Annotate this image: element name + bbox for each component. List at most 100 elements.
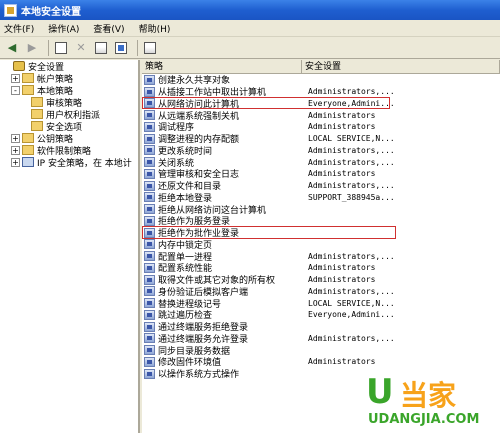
- policy-setting: Administrators: [308, 357, 376, 367]
- folder-icon: [22, 133, 34, 143]
- toolbar-separator: [48, 39, 49, 56]
- policy-icon: [144, 168, 155, 179]
- policy-row[interactable]: 内存中锁定页: [142, 239, 500, 251]
- tree-item[interactable]: - 本地策略: [0, 84, 138, 97]
- policy-row[interactable]: 从网络访问此计算机 Everyone,Admini...: [142, 98, 500, 110]
- column-header-setting[interactable]: 安全设置: [302, 60, 500, 73]
- policy-icon: [144, 333, 155, 344]
- policy-row[interactable]: 跳过遍历检查 Everyone,Admini...: [142, 309, 500, 321]
- policy-row[interactable]: 调整进程的内存配额 LOCAL SERVICE,N...: [142, 133, 500, 145]
- tree-item-label: IP 安全策略，在 本地计: [37, 158, 132, 169]
- menu-file[interactable]: 文件(F): [4, 22, 34, 35]
- policy-setting: Administrators,...: [308, 145, 395, 155]
- tree-item[interactable]: + 软件限制策略: [0, 144, 138, 157]
- policy-icon: [144, 180, 155, 191]
- policy-setting: Administrators: [308, 275, 376, 285]
- policy-row[interactable]: 拒绝作为服务登录: [142, 215, 500, 227]
- folder-icon: [31, 97, 43, 107]
- policy-icon: [144, 98, 155, 109]
- policy-icon: [144, 133, 155, 144]
- policy-icon: [144, 192, 155, 203]
- policy-icon: [144, 239, 155, 250]
- tree-item[interactable]: 安全设置: [0, 60, 138, 73]
- policy-name: 以操作系统方式操作: [158, 370, 240, 381]
- policy-setting: LOCAL SERVICE,N...: [308, 134, 395, 144]
- policy-icon: [144, 309, 155, 320]
- policy-row[interactable]: 关闭系统 Administrators,...: [142, 156, 500, 169]
- policy-setting: Everyone,Admini...: [308, 98, 395, 108]
- policy-row[interactable]: 配置系统性能 Administrators: [142, 262, 500, 274]
- tree-pane: 安全设置 + 帐户策略 - 本地策略 审核策略 用户权利指派 安全选项 + 公钥策略 + 软件限制策略…: [0, 60, 140, 433]
- forward-arrow-icon[interactable]: ▶: [24, 40, 40, 56]
- policy-row[interactable]: 管理审核和安全日志 Administrators: [142, 168, 500, 180]
- policy-row[interactable]: 身份验证后模拟客户端 Administrators,...: [142, 286, 500, 298]
- policy-setting: SUPPORT_388945a...: [308, 192, 395, 202]
- back-arrow-icon[interactable]: ◀: [4, 40, 20, 56]
- policy-setting: Administrators: [308, 122, 376, 132]
- policy-setting: Administrators: [308, 110, 376, 120]
- policy-rows: 创建永久共享对象 从插接工作站中取出计算机 Administrators,... 从网…: [142, 74, 500, 380]
- title-bar[interactable]: 本地安全设置: [0, 0, 500, 20]
- policy-setting: Administrators,...: [308, 87, 395, 97]
- menu-action[interactable]: 操作(A): [48, 22, 79, 35]
- policy-row[interactable]: 修改固件环境值 Administrators: [142, 356, 500, 368]
- help-icon[interactable]: [142, 40, 158, 56]
- policy-row[interactable]: 拒绝本地登录 SUPPORT_388945a...: [142, 192, 500, 204]
- policy-row[interactable]: 拒绝从网络访问这台计算机: [142, 203, 500, 216]
- policy-row[interactable]: 从远端系统强制关机 Administrators: [142, 109, 500, 122]
- tree-item[interactable]: 安全选项: [0, 120, 138, 133]
- policy-icon: [144, 204, 155, 215]
- folder-icon: [31, 109, 43, 119]
- policy-setting: Administrators,...: [308, 181, 395, 191]
- policy-setting: Administrators,...: [308, 333, 395, 343]
- list-header: 策略 安全设置: [142, 60, 500, 74]
- policy-setting: Administrators,...: [308, 251, 395, 261]
- policy-setting: Everyone,Admini...: [308, 310, 395, 320]
- expand-icon[interactable]: +: [11, 73, 20, 83]
- policy-row[interactable]: 调试程序 Administrators: [142, 121, 500, 133]
- policy-icon: [144, 368, 155, 379]
- expand-icon[interactable]: +: [11, 145, 20, 155]
- policy-row[interactable]: 通过终端服务允许登录 Administrators,...: [142, 333, 500, 345]
- policy-setting: LOCAL SERVICE,N...: [308, 298, 395, 308]
- tree-item[interactable]: 审核策略: [0, 96, 138, 109]
- policy-row[interactable]: 替换进程级记号 LOCAL SERVICE,N...: [142, 297, 500, 310]
- policy-row[interactable]: 更改系统时间 Administrators,...: [142, 145, 500, 157]
- up-folder-icon[interactable]: [53, 40, 69, 56]
- toolbar: ◀ ▶ ✕: [0, 37, 500, 59]
- computer-icon: [22, 157, 34, 167]
- column-header-policy[interactable]: 策略: [142, 60, 302, 73]
- policy-row[interactable]: 创建永久共享对象: [142, 74, 500, 86]
- tree-item[interactable]: + 帐户策略: [0, 72, 138, 85]
- policy-row[interactable]: 配置单一进程 Administrators,...: [142, 250, 500, 263]
- policy-icon: [144, 321, 155, 332]
- expand-icon[interactable]: +: [11, 133, 20, 143]
- menu-help[interactable]: 帮助(H): [139, 22, 171, 35]
- policy-row[interactable]: 取得文件或其它对象的所有权 Administrators: [142, 274, 500, 286]
- export-list-icon[interactable]: [113, 40, 129, 56]
- menu-view[interactable]: 查看(V): [93, 22, 124, 35]
- policy-icon: [144, 345, 155, 356]
- policy-row[interactable]: 拒绝作为批作业登录: [142, 227, 500, 239]
- policy-icon: [144, 121, 155, 132]
- watermark-u: U: [366, 372, 394, 412]
- properties-icon[interactable]: [93, 40, 109, 56]
- watermark-cn: 当家: [400, 379, 457, 412]
- expand-icon[interactable]: +: [11, 157, 20, 167]
- policy-setting: Administrators,...: [308, 286, 395, 296]
- policy-row[interactable]: 通过终端服务拒绝登录: [142, 321, 500, 333]
- collapse-icon[interactable]: -: [11, 85, 20, 95]
- folder-icon: [22, 85, 34, 95]
- policy-row[interactable]: 同步目录服务数据: [142, 344, 500, 357]
- delete-icon[interactable]: ✕: [73, 40, 89, 56]
- tree-item[interactable]: + IP 安全策略，在 本地计: [0, 156, 138, 169]
- policy-setting: Administrators: [308, 263, 376, 273]
- policy-setting: Administrators,...: [308, 157, 395, 167]
- window-title: 本地安全设置: [21, 6, 81, 18]
- policy-row[interactable]: 还原文件和目录 Administrators,...: [142, 180, 500, 192]
- policy-icon: [144, 251, 155, 262]
- tree-item[interactable]: + 公钥策略: [0, 132, 138, 145]
- policy-icon: [144, 286, 155, 297]
- tree-item[interactable]: 用户权利指派: [0, 108, 138, 121]
- policy-row[interactable]: 从插接工作站中取出计算机 Administrators,...: [142, 86, 500, 98]
